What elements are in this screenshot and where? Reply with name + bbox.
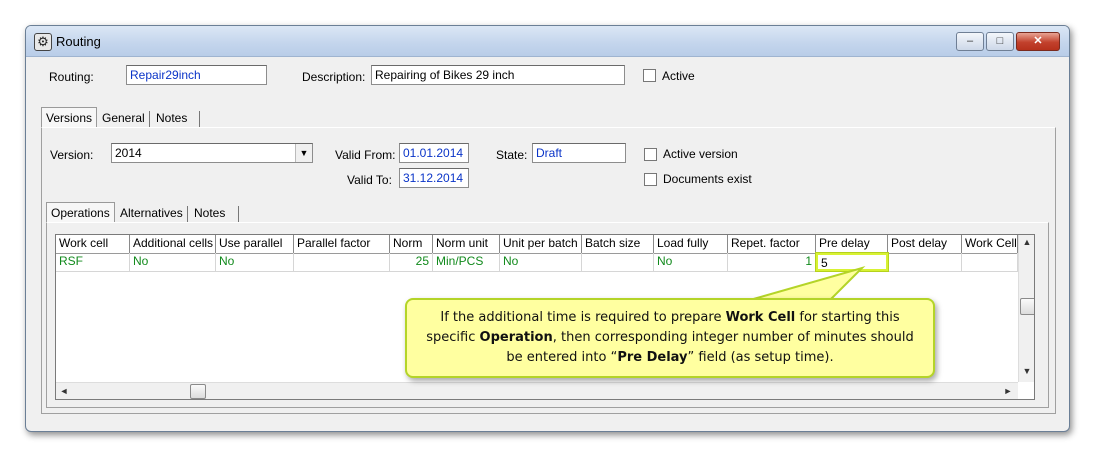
cell-use-parallel[interactable]: No (216, 253, 294, 271)
column-header[interactable]: Additional cells (130, 235, 216, 253)
chevron-down-icon[interactable]: ▼ (295, 144, 312, 162)
cell-post-delay[interactable] (888, 253, 962, 271)
tab-general[interactable]: General (98, 108, 149, 128)
routing-label: Routing: (49, 70, 94, 84)
column-header[interactable]: Work cell (56, 235, 130, 253)
active-checkbox[interactable] (643, 69, 656, 82)
tab-notes-inner[interactable]: Notes (190, 203, 229, 223)
tab-separator (199, 111, 200, 127)
cell-norm-unit[interactable]: Min/PCS (433, 253, 500, 271)
cell-norm[interactable]: 25 (390, 253, 433, 271)
column-header[interactable]: Repet. factor (728, 235, 816, 253)
tab-separator (238, 206, 239, 222)
arrow-down-icon[interactable]: ▼ (1019, 366, 1034, 376)
vertical-scroll-thumb[interactable] (1020, 298, 1034, 315)
tab-alternatives[interactable]: Alternatives (116, 203, 187, 223)
description-label: Description: (302, 70, 366, 84)
horizontal-scroll-thumb[interactable] (190, 384, 206, 399)
pre-delay-input[interactable]: 5 (816, 253, 888, 271)
column-header[interactable]: Post delay (888, 235, 962, 253)
column-header[interactable]: Work Cell (962, 235, 1018, 253)
minimize-button[interactable]: – (956, 32, 984, 51)
close-button[interactable]: ✕ (1016, 32, 1060, 51)
title-bar[interactable]: ⚙ Routing – □ ✕ (26, 26, 1069, 57)
state-field[interactable]: Draft (532, 143, 626, 163)
documents-exist-checkbox[interactable] (644, 173, 657, 186)
callout-bold-operation: Operation (479, 330, 553, 345)
valid-from-label: Valid From: (335, 148, 396, 162)
callout-text: ” field (as setup time). (687, 350, 834, 365)
column-header[interactable]: Norm (390, 235, 433, 253)
arrow-left-icon[interactable]: ◄ (56, 386, 72, 396)
cell-repet-factor[interactable]: 1 (728, 253, 816, 271)
active-version-checkbox[interactable] (644, 148, 657, 161)
version-select[interactable]: 2014 ▼ (111, 143, 313, 163)
column-header[interactable]: Pre delay (816, 235, 888, 253)
cell-load-fully[interactable]: No (654, 253, 728, 271)
window-title: Routing (56, 34, 101, 49)
cell-work-cell-2[interactable] (962, 253, 1018, 271)
tab-notes[interactable]: Notes (152, 108, 191, 128)
cell-unit-per-batch[interactable]: No (500, 253, 582, 271)
callout-bold-pre-delay: Pre Delay (617, 350, 688, 365)
cell-parallel-factor[interactable] (294, 253, 390, 271)
pre-delay-callout: If the additional time is required to pr… (405, 298, 935, 378)
cell-additional-cells[interactable]: No (130, 253, 216, 271)
tab-separator (149, 111, 150, 127)
valid-from-field[interactable]: 01.01.2014 (399, 143, 469, 163)
callout-bold-work-cell: Work Cell (725, 310, 796, 325)
description-field[interactable]: Repairing of Bikes 29 inch (371, 65, 625, 85)
gear-icon: ⚙ (34, 33, 52, 51)
active-label: Active (662, 69, 695, 83)
version-value: 2014 (115, 146, 142, 160)
routing-field[interactable]: Repair29inch (126, 65, 267, 85)
valid-to-field[interactable]: 31.12.2014 (399, 168, 469, 188)
column-header[interactable]: Unit per batch (500, 235, 582, 253)
maximize-button[interactable]: □ (986, 32, 1014, 51)
version-label: Version: (50, 148, 94, 162)
documents-exist-label: Documents exist (663, 172, 752, 186)
tab-separator (187, 206, 188, 222)
column-header[interactable]: Batch size (582, 235, 654, 253)
column-header[interactable]: Parallel factor (294, 235, 390, 253)
grid-header: Work cell Additional cells Use parallel … (56, 235, 1018, 254)
state-label: State: (496, 148, 528, 162)
cell-work-cell[interactable]: RSF (56, 253, 130, 271)
column-header[interactable]: Norm unit (433, 235, 500, 253)
active-version-label: Active version (663, 147, 738, 161)
tab-versions[interactable]: Versions (41, 107, 97, 127)
callout-text: If the additional time is required to pr… (440, 310, 726, 325)
column-header[interactable]: Use parallel (216, 235, 294, 253)
cell-batch-size[interactable] (582, 253, 654, 271)
tab-operations[interactable]: Operations (46, 202, 115, 222)
arrow-up-icon[interactable]: ▲ (1019, 237, 1034, 247)
arrow-right-icon[interactable]: ► (1000, 386, 1016, 396)
column-header[interactable]: Load fully (654, 235, 728, 253)
horizontal-scrollbar[interactable]: ◄ ► (56, 382, 1018, 399)
valid-to-label: Valid To: (347, 173, 392, 187)
vertical-scrollbar[interactable]: ▲ ▼ (1018, 235, 1034, 382)
table-row[interactable]: RSF No No 25 Min/PCS No No 1 5 (56, 253, 1018, 272)
